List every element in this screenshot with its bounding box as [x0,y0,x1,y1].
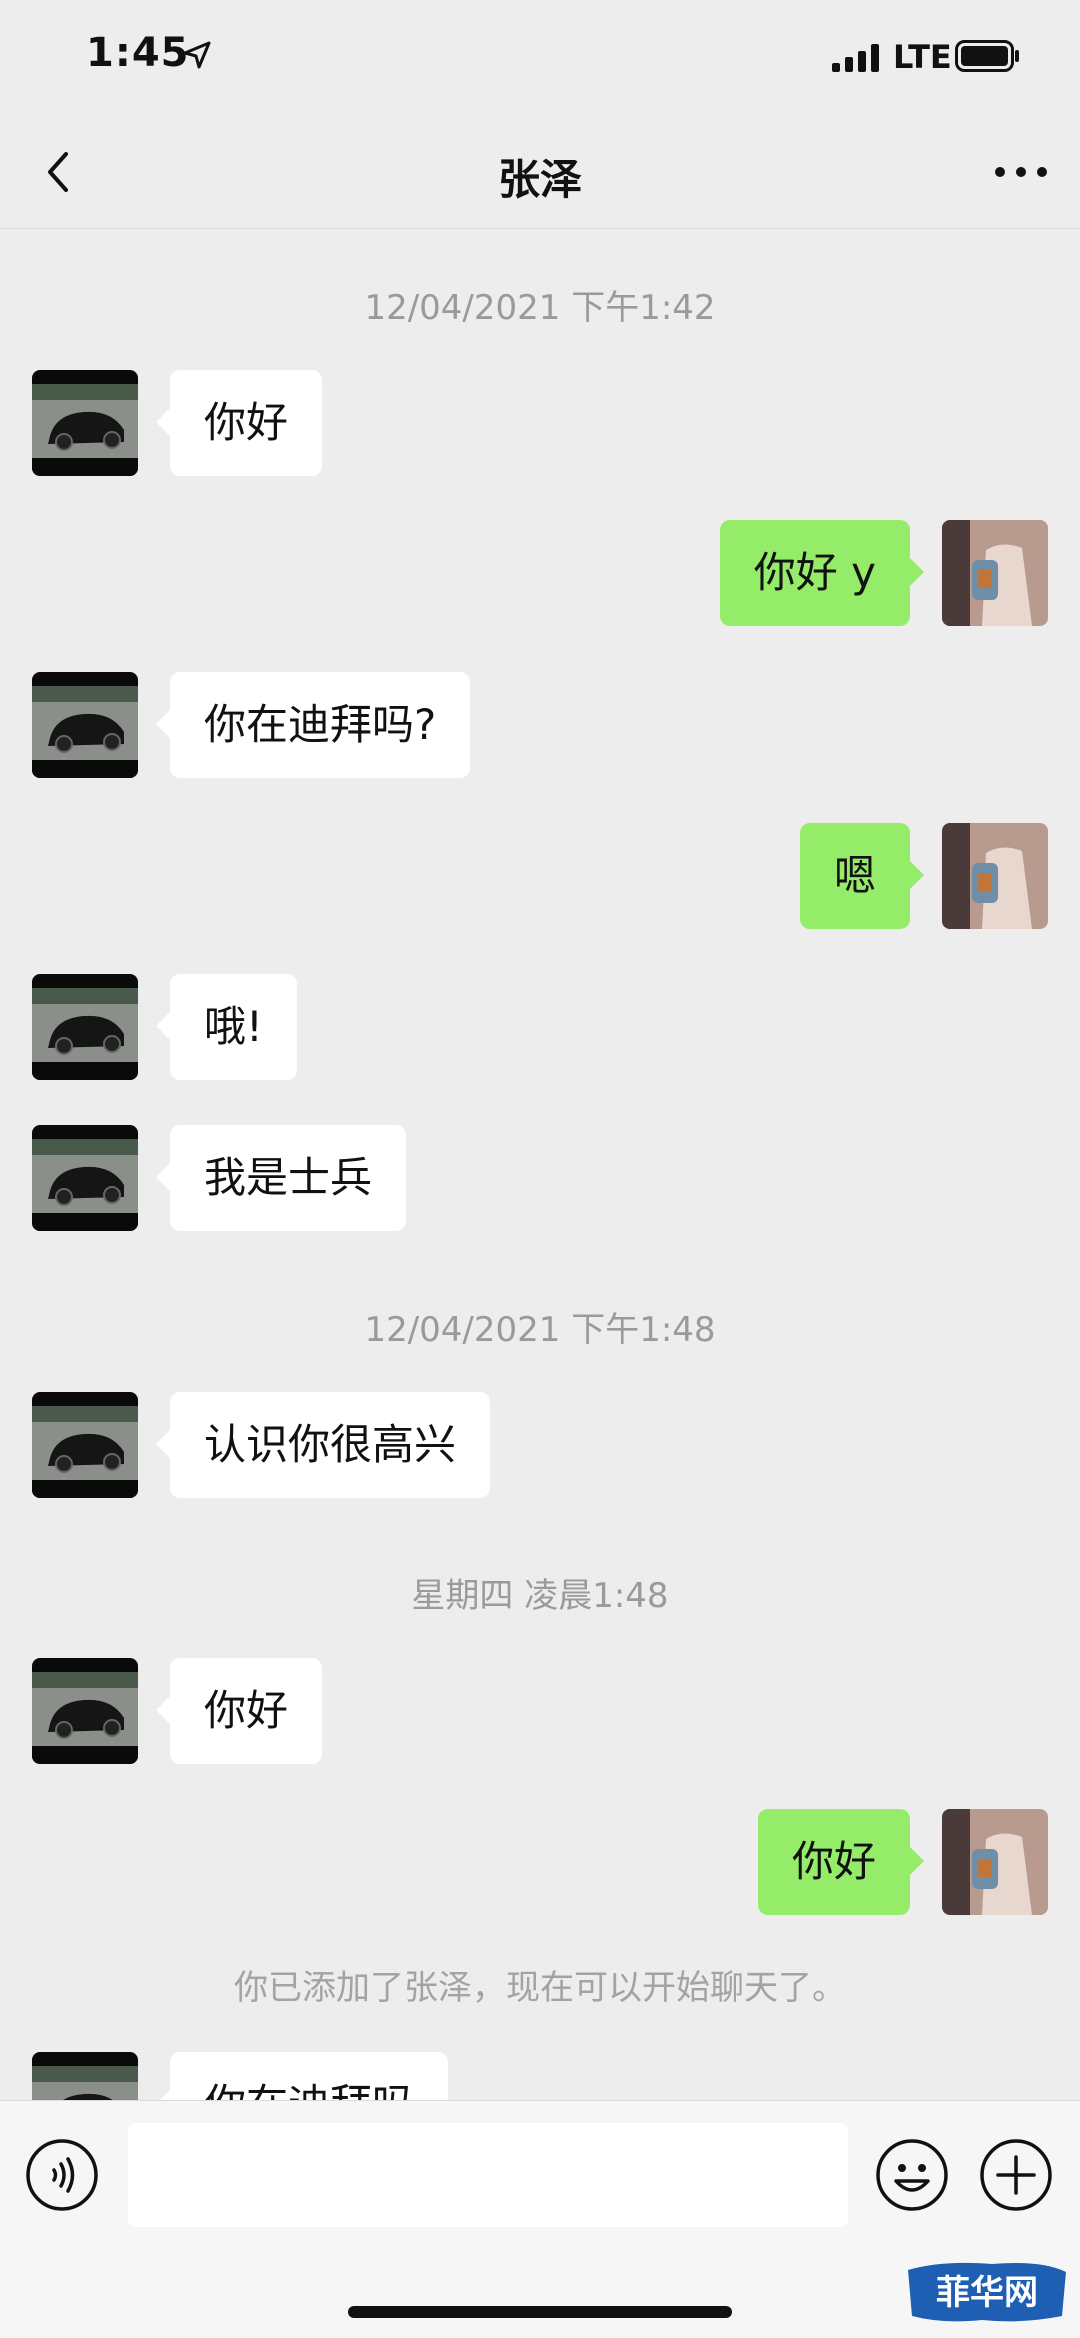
outgoing-message[interactable]: 你好 [757,1809,925,1915]
location-arrow-icon [183,41,211,69]
status-bar: 1:45 LTE [0,0,1080,120]
system-notice: 你已添加了张泽，现在可以开始聊天了。 [234,1968,846,2008]
car-photo-icon [32,370,138,476]
contact-avatar[interactable] [32,1392,138,1498]
car-photo-icon [32,2052,138,2100]
chat-area[interactable]: 12/04/2021 下午1:42 你好 你好 y 你在迪拜吗? 嗯 哦! 我是… [0,230,1080,2100]
car-photo-icon [32,974,138,1080]
watermark-text: 菲华网 [936,2273,1038,2313]
my-avatar[interactable] [942,823,1048,929]
emoji-icon[interactable] [874,2137,950,2213]
incoming-message[interactable]: 我是士兵 [155,1125,407,1231]
car-photo-icon [32,1125,138,1231]
message-timestamp: 12/04/2021 下午1:42 [364,288,716,328]
user-photo-icon [942,1809,1048,1915]
user-photo-icon [942,520,1048,626]
more-dots-icon[interactable] [986,142,1056,202]
contact-avatar[interactable] [32,1658,138,1764]
my-avatar[interactable] [942,520,1048,626]
incoming-message[interactable]: 你在迪拜吗? [155,672,471,778]
battery-icon [955,40,1019,72]
message-input[interactable] [128,2123,848,2227]
outgoing-message[interactable]: 嗯 [799,823,925,929]
contact-avatar[interactable] [32,672,138,778]
contact-avatar[interactable] [32,370,138,476]
chat-title: 张泽 [497,155,582,204]
home-indicator [348,2306,732,2318]
incoming-message[interactable]: 你好 [155,1658,323,1764]
contact-avatar[interactable] [32,974,138,1080]
incoming-message[interactable]: 你好 [155,370,323,476]
network-type: LTE [893,38,952,76]
car-photo-icon [32,1658,138,1764]
outgoing-message[interactable]: 你好 y [719,520,925,626]
car-photo-icon [32,672,138,778]
contact-avatar[interactable] [32,1125,138,1231]
watermark-logo: 菲华网 [908,2262,1066,2322]
my-avatar[interactable] [942,1809,1048,1915]
incoming-message[interactable]: 认识你很高兴 [155,1392,491,1498]
plus-icon[interactable] [978,2137,1054,2213]
message-timestamp: 星期四 凌晨1:48 [411,1576,669,1616]
incoming-message[interactable]: 你在迪拜吗 [155,2052,449,2100]
car-photo-icon [32,1392,138,1498]
user-photo-icon [942,823,1048,929]
nav-bar: 张泽 [0,120,1080,229]
voice-icon[interactable] [24,2137,100,2213]
message-timestamp: 12/04/2021 下午1:48 [364,1310,716,1350]
signal-bars-icon [832,44,879,72]
incoming-message[interactable]: 哦! [156,974,297,1080]
contact-avatar[interactable] [32,2052,138,2100]
status-time: 1:45 [86,30,190,76]
